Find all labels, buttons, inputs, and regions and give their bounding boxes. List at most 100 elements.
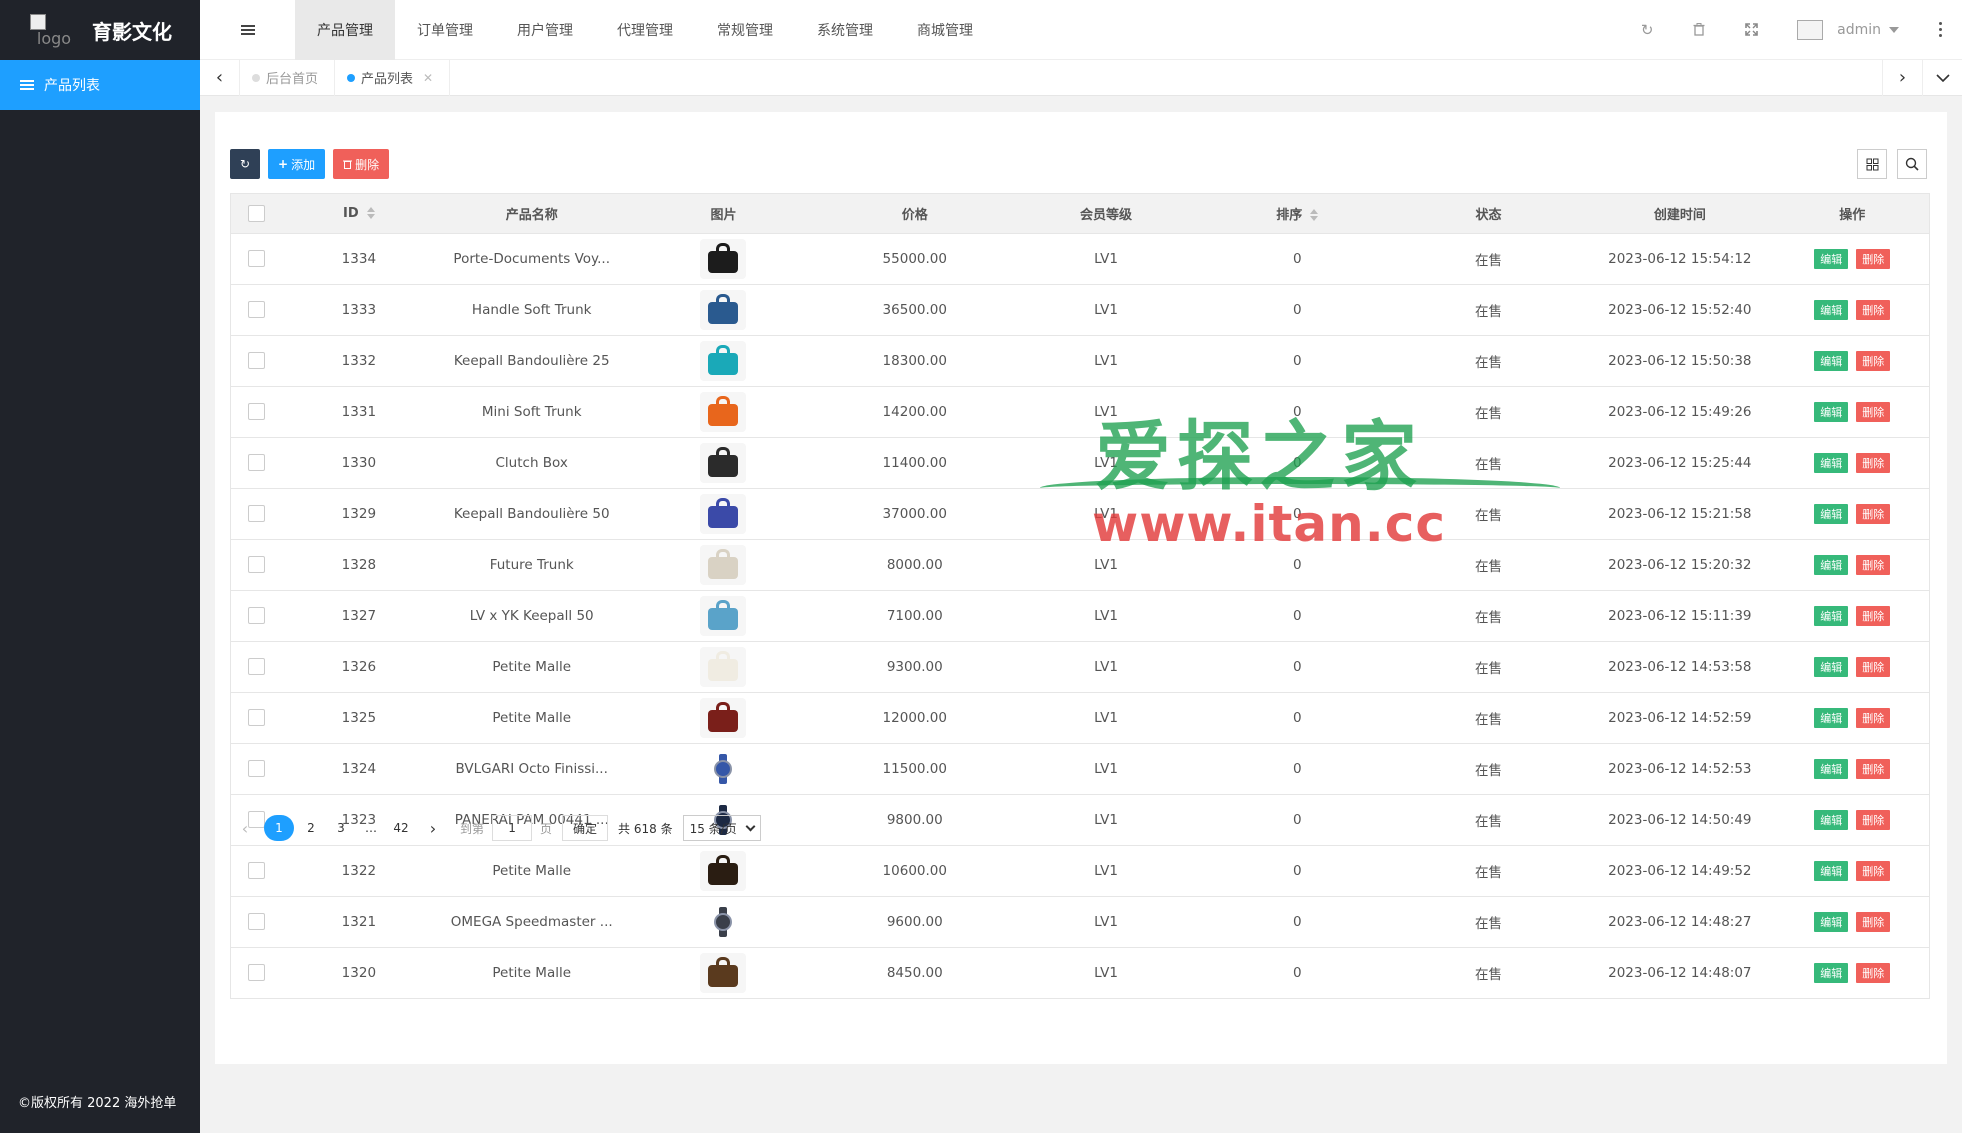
nav-agent[interactable]: 代理管理 (595, 0, 695, 60)
edit-button[interactable]: 编辑 (1814, 248, 1849, 269)
cell-actions: 编辑 删除 (1775, 794, 1929, 846)
edit-button[interactable]: 编辑 (1814, 503, 1849, 524)
row-checkbox[interactable] (248, 403, 266, 420)
sort-icon[interactable] (1310, 209, 1319, 222)
edit-button[interactable]: 编辑 (1814, 452, 1849, 473)
nav-product[interactable]: 产品管理 (295, 0, 395, 60)
row-checkbox[interactable] (248, 760, 266, 777)
edit-button[interactable]: 编辑 (1814, 401, 1849, 422)
page-2[interactable]: 2 (298, 815, 324, 841)
edit-button[interactable]: 编辑 (1814, 758, 1849, 779)
page-last[interactable]: 42 (388, 815, 414, 841)
cell-created: 2023-06-12 14:52:53 (1584, 743, 1776, 795)
goto-confirm-button[interactable]: 确定 (562, 815, 609, 841)
delete-row-button[interactable]: 删除 (1856, 962, 1891, 983)
edit-button[interactable]: 编辑 (1814, 911, 1849, 932)
row-checkbox[interactable] (248, 250, 266, 267)
row-checkbox[interactable] (248, 913, 266, 930)
refresh-icon[interactable]: ↻ (1621, 0, 1673, 60)
delete-row-button[interactable]: 删除 (1856, 707, 1891, 728)
page-3[interactable]: 3 (328, 815, 354, 841)
delete-row-button[interactable]: 删除 (1856, 401, 1891, 422)
row-checkbox[interactable] (248, 658, 266, 675)
menu-toggle-button[interactable] (200, 0, 295, 60)
tab-product-list[interactable]: 产品列表 ✕ (335, 59, 451, 96)
add-button[interactable]: + 添加 (268, 149, 326, 179)
cell-sort: 0 (1201, 692, 1393, 744)
page-size-value: 15 条/页 (689, 821, 737, 836)
edit-button[interactable]: 编辑 (1814, 809, 1849, 830)
col-name: 产品名称 (435, 194, 628, 234)
user-menu[interactable]: admin (1797, 19, 1899, 40)
delete-row-button[interactable]: 删除 (1856, 299, 1891, 320)
edit-button[interactable]: 编辑 (1814, 656, 1849, 677)
edit-button[interactable]: 编辑 (1814, 605, 1849, 626)
col-id[interactable]: ID (282, 194, 436, 234)
row-select-cell (231, 233, 283, 285)
row-checkbox[interactable] (248, 862, 266, 879)
nav-general[interactable]: 常规管理 (695, 0, 795, 60)
search-icon[interactable] (1897, 149, 1927, 179)
delete-row-button[interactable]: 删除 (1856, 248, 1891, 269)
page-1[interactable]: 1 (264, 815, 294, 841)
delete-row-button[interactable]: 删除 (1856, 554, 1891, 575)
cell-sort: 0 (1201, 233, 1393, 285)
nav-order[interactable]: 订单管理 (395, 0, 495, 60)
tab-dot (252, 73, 260, 82)
trash-icon[interactable] (1673, 0, 1725, 60)
edit-button[interactable]: 编辑 (1814, 554, 1849, 575)
nav-user[interactable]: 用户管理 (495, 0, 595, 60)
row-checkbox[interactable] (248, 607, 266, 624)
row-checkbox[interactable] (248, 505, 266, 522)
col-sort[interactable]: 排序 (1201, 194, 1393, 234)
tab-home[interactable]: 后台首页 (240, 59, 336, 96)
tab-scroll-right-button[interactable]: › (1882, 59, 1922, 96)
cell-image (627, 488, 820, 540)
cell-created: 2023-06-12 15:25:44 (1584, 437, 1776, 489)
cell-actions: 编辑 删除 (1775, 539, 1929, 591)
delete-row-button[interactable]: 删除 (1856, 452, 1891, 473)
more-vertical-icon[interactable] (1939, 21, 1942, 39)
table-row: 1322 Petite Malle 10600.00 LV1 0 在售 2023-06-12… (231, 845, 1929, 897)
delete-button[interactable]: 删除 (333, 149, 390, 179)
tab-scroll-left-button[interactable]: ‹ (200, 59, 240, 96)
refresh-button[interactable]: ↻ (230, 149, 260, 179)
delete-row-button[interactable]: 删除 (1856, 605, 1891, 626)
delete-row-button[interactable]: 删除 (1856, 350, 1891, 371)
columns-icon[interactable] (1857, 149, 1887, 179)
next-page-button[interactable]: › (418, 815, 448, 841)
prev-page-button[interactable]: ‹ (230, 815, 260, 841)
delete-row-button[interactable]: 删除 (1856, 503, 1891, 524)
tab-menu-button[interactable] (1922, 59, 1962, 96)
sort-icon[interactable] (366, 207, 375, 220)
row-checkbox[interactable] (248, 709, 266, 726)
total-count: 共 618 条 (618, 821, 673, 836)
fullscreen-icon[interactable] (1725, 0, 1777, 60)
edit-button[interactable]: 编辑 (1814, 707, 1849, 728)
delete-row-button[interactable]: 删除 (1856, 758, 1891, 779)
product-image (700, 442, 747, 483)
edit-button[interactable]: 编辑 (1814, 860, 1849, 881)
edit-button[interactable]: 编辑 (1814, 299, 1849, 320)
select-all-checkbox[interactable] (248, 204, 266, 222)
delete-row-button[interactable]: 删除 (1856, 809, 1891, 830)
nav-mall[interactable]: 商城管理 (895, 0, 995, 60)
col-price: 价格 (819, 194, 1011, 234)
cell-image (627, 539, 820, 591)
delete-row-button[interactable]: 删除 (1856, 911, 1891, 932)
nav-system[interactable]: 系统管理 (795, 0, 895, 60)
page-size-select[interactable]: 15 条/页 (682, 815, 761, 841)
row-checkbox[interactable] (248, 301, 266, 318)
sidebar-item-product-list[interactable]: 产品列表 (0, 60, 200, 110)
row-checkbox[interactable] (248, 454, 266, 471)
row-checkbox[interactable] (248, 964, 266, 982)
row-checkbox[interactable] (248, 352, 266, 369)
edit-button[interactable]: 编辑 (1814, 962, 1849, 983)
delete-row-button[interactable]: 删除 (1856, 860, 1891, 881)
close-icon[interactable]: ✕ (423, 71, 433, 85)
content-card: ↻ + 添加 删除 ID 产品名称 图片 价格 会员等级 排序 状态 创建时间 … (215, 112, 1947, 1064)
delete-row-button[interactable]: 删除 (1856, 656, 1891, 677)
goto-page-input[interactable]: 1 (492, 815, 533, 841)
row-checkbox[interactable] (248, 556, 266, 573)
edit-button[interactable]: 编辑 (1814, 350, 1849, 371)
